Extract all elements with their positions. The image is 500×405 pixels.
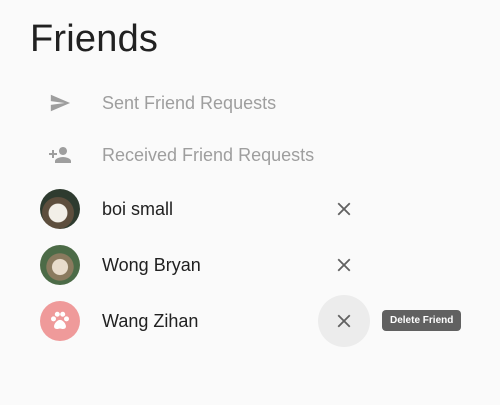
delete-friend-button[interactable] xyxy=(318,183,370,235)
close-icon xyxy=(337,202,351,216)
delete-friend-button[interactable] xyxy=(318,239,370,291)
friend-name: boi small xyxy=(102,198,174,219)
friend-name: Wang Zihan xyxy=(102,310,199,331)
page-title: Friends xyxy=(30,18,159,60)
delete-friend-tooltip: Delete Friend xyxy=(382,310,462,331)
received-requests-label: Received Friend Requests xyxy=(102,144,315,165)
sent-requests-item[interactable]: Sent Friend Requests xyxy=(40,81,460,125)
person-add-icon xyxy=(40,135,80,175)
avatar xyxy=(40,189,80,229)
friend-name: Wong Bryan xyxy=(102,254,201,275)
paw-icon xyxy=(51,311,69,330)
friend-list-item[interactable]: Wang Zihan Delete Friend xyxy=(40,295,462,347)
received-requests-item[interactable]: Received Friend Requests xyxy=(40,133,460,177)
friend-list-item[interactable]: boi small xyxy=(40,187,460,231)
close-icon xyxy=(337,258,351,272)
close-icon xyxy=(337,314,351,328)
avatar xyxy=(40,301,80,341)
friend-list-item[interactable]: Wong Bryan xyxy=(40,243,460,287)
send-icon xyxy=(40,83,80,123)
delete-friend-button[interactable] xyxy=(318,295,370,347)
avatar xyxy=(40,245,80,285)
sent-requests-label: Sent Friend Requests xyxy=(102,92,277,113)
